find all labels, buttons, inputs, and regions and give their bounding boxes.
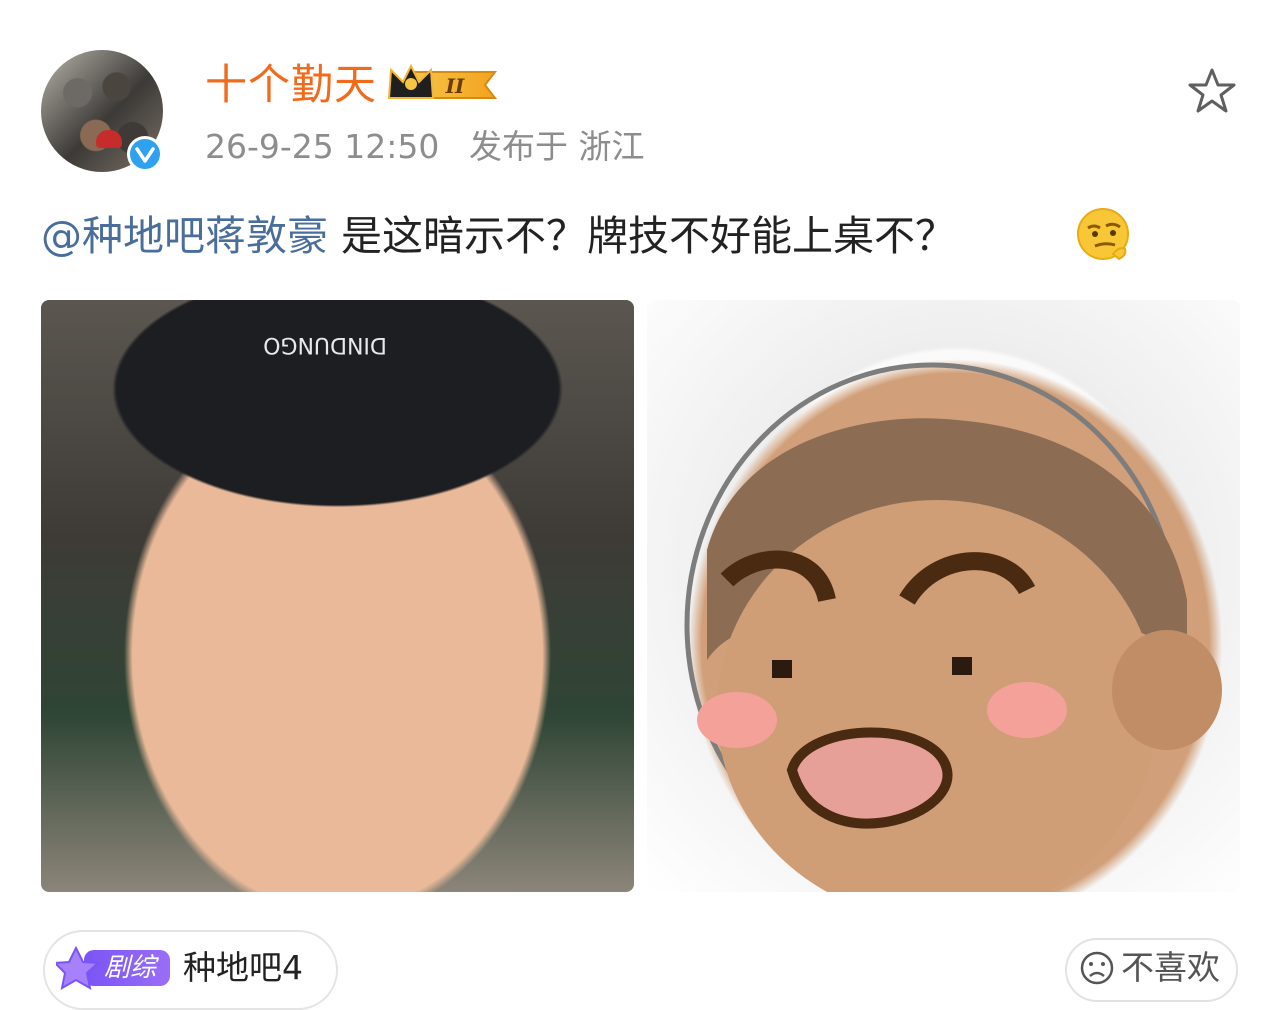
thinking-emoji: [1077, 208, 1129, 261]
star-icon[interactable]: [1186, 66, 1238, 118]
dislike-label: 不喜欢: [1121, 948, 1220, 987]
verified-icon: [127, 136, 163, 172]
post-body: @种地吧蒋敦豪 是这暗示不？牌技不好能上桌不？: [41, 207, 956, 265]
vip-level: II: [445, 74, 465, 98]
tag-label[interactable]: 种地吧4: [183, 945, 303, 991]
author-name[interactable]: 十个勤天: [205, 60, 377, 110]
mention-link[interactable]: @种地吧蒋敦豪: [41, 212, 328, 260]
cartoon-face: [684, 362, 1222, 892]
post-image-1[interactable]: [41, 300, 634, 892]
frown-face-icon: [1080, 951, 1114, 985]
cap-logo-text: DINDUNGO: [263, 332, 387, 357]
post-timestamp: 26-9-25 12:50: [205, 127, 440, 166]
post-text: 是这暗示不？牌技不好能上桌不？: [328, 212, 957, 260]
tag-badge-text: 剧综: [104, 953, 157, 983]
crown-icon[interactable]: II: [385, 62, 501, 108]
post-location: 发布于 浙江: [469, 127, 645, 166]
svg-text:DINDUNGO: DINDUNGO: [263, 332, 387, 357]
